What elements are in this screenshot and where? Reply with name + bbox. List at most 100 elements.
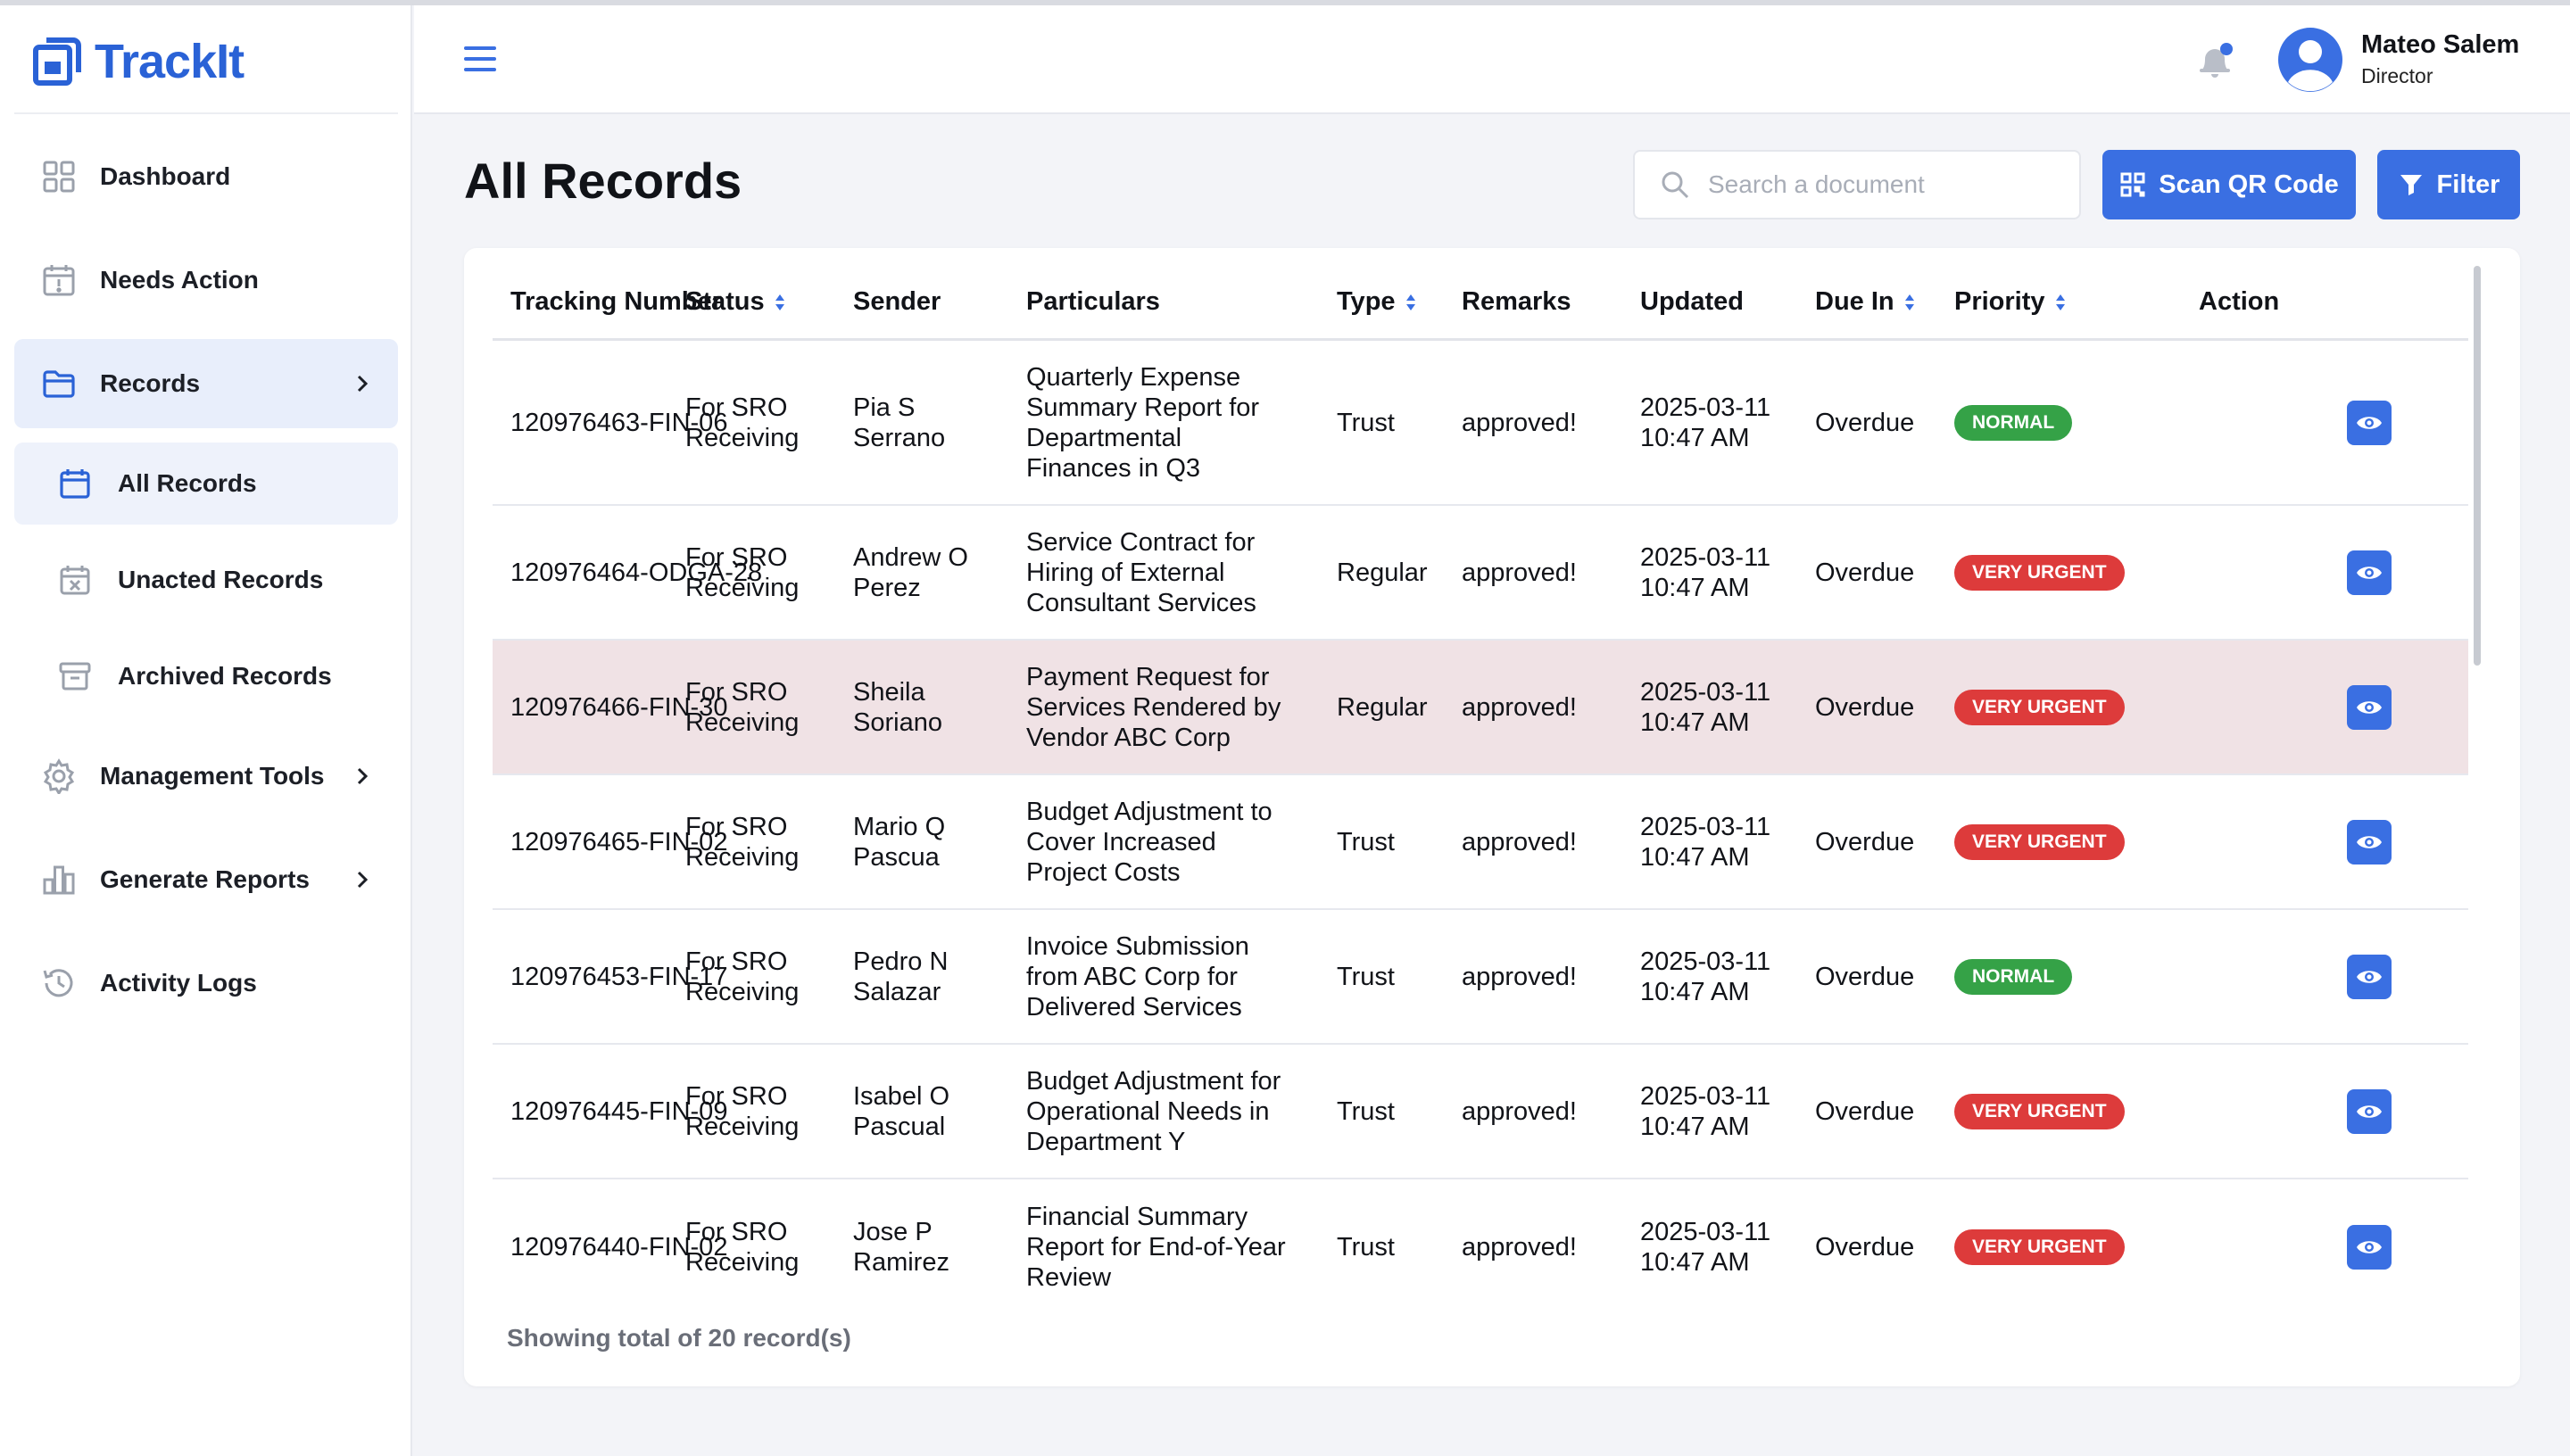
table-row[interactable]: 120976465-FIN-02 For SRO Receiving Mario…	[493, 775, 2468, 910]
sidebar-item-generate-reports[interactable]: Generate Reports	[14, 835, 398, 924]
priority-badge: VERY URGENT	[1954, 689, 2125, 725]
status: For SRO Receiving	[685, 677, 800, 737]
search-box[interactable]	[1633, 150, 2081, 219]
sort-icon	[775, 294, 784, 310]
column-header-due-in[interactable]: Due In	[1815, 287, 1916, 317]
sidebar-item-all-records[interactable]: All Records	[14, 443, 398, 525]
view-button[interactable]	[2347, 550, 2392, 595]
menu-icon[interactable]	[462, 41, 498, 77]
column-header-status[interactable]: Status	[685, 287, 786, 317]
remarks: approved!	[1462, 1096, 1577, 1126]
scrollbar[interactable]	[2474, 266, 2484, 1369]
column-header-type[interactable]: Type	[1337, 287, 1417, 317]
calendar-alert-icon	[39, 261, 79, 300]
sidebar-item-dashboard[interactable]: Dashboard	[14, 132, 398, 221]
view-button[interactable]	[2347, 819, 2392, 864]
priority-badge: VERY URGENT	[1954, 1228, 2125, 1265]
sidebar-item-label: Dashboard	[100, 162, 231, 190]
updated: 2025-03-11 10:47 AM	[1640, 1217, 1771, 1277]
due-in: Overdue	[1815, 1232, 1915, 1262]
view-button[interactable]	[2347, 954, 2392, 999]
status: For SRO Receiving	[685, 947, 800, 1006]
due-in: Overdue	[1815, 692, 1915, 722]
scan-qr-button[interactable]: Scan QR Code	[2102, 150, 2356, 219]
view-button[interactable]	[2347, 684, 2392, 730]
gear-icon	[39, 757, 79, 796]
eye-icon	[2357, 1104, 2382, 1118]
view-button[interactable]	[2347, 1224, 2392, 1270]
sort-icon	[1904, 294, 1914, 310]
sidebar-item-needs-action[interactable]: Needs Action	[14, 236, 398, 325]
type: Trust	[1337, 1096, 1395, 1126]
type: Trust	[1337, 1232, 1395, 1262]
view-button[interactable]	[2347, 400, 2392, 445]
sidebar-item-label: Unacted Records	[118, 566, 324, 593]
priority-badge: VERY URGENT	[1954, 554, 2125, 591]
table-row[interactable]: 120976445-FIN-09 For SRO Receiving Isabe…	[493, 1045, 2468, 1179]
sort-icon	[1405, 294, 1415, 310]
sidebar-item-archived-records[interactable]: Archived Records	[14, 635, 398, 717]
sidebar-item-unacted-records[interactable]: Unacted Records	[14, 539, 398, 621]
page-title: All Records	[464, 153, 742, 209]
grid-icon	[39, 157, 79, 196]
archive-icon	[57, 658, 93, 694]
search-input[interactable]	[1708, 170, 2047, 199]
brand[interactable]: TrackIt	[30, 34, 396, 89]
column-header-updated: Updated	[1640, 287, 1744, 316]
column-header-priority[interactable]: Priority	[1954, 287, 2067, 317]
table-row[interactable]: 120976440-FIN-02 For SRO Receiving Jose …	[493, 1179, 2468, 1314]
due-in: Overdue	[1815, 408, 1915, 437]
folder-icon	[39, 364, 79, 403]
notification-bell-icon[interactable]	[2190, 36, 2240, 86]
sidebar-item-records[interactable]: Records	[14, 339, 398, 428]
table-row[interactable]: 120976453-FIN-17 For SRO Receiving Pedro…	[493, 910, 2468, 1045]
scan-qr-label: Scan QR Code	[2159, 170, 2339, 199]
chevron-right-icon	[357, 375, 369, 393]
sidebar-item-label: All Records	[118, 469, 257, 497]
priority-badge: VERY URGENT	[1954, 1093, 2125, 1129]
due-in: Overdue	[1815, 827, 1915, 856]
avatar[interactable]	[2277, 27, 2343, 93]
eye-icon	[2357, 835, 2382, 848]
table-row[interactable]: 120976466-FIN-30 For SRO Receiving Sheil…	[493, 641, 2468, 775]
sidebar-item-label: Management Tools	[100, 762, 325, 790]
sidebar-item-label: Archived Records	[118, 662, 332, 690]
filter-button[interactable]: Filter	[2377, 150, 2520, 219]
particulars: Budget Adjustment for Operational Needs …	[1026, 1066, 1281, 1156]
particulars: Payment Request for Services Rendered by…	[1026, 662, 1281, 752]
sidebar-item-management-tools[interactable]: Management Tools	[14, 732, 398, 821]
type: Trust	[1337, 962, 1395, 991]
updated: 2025-03-11 10:47 AM	[1640, 542, 1771, 602]
column-header-sender: Sender	[853, 287, 941, 316]
updated: 2025-03-11 10:47 AM	[1640, 1081, 1771, 1141]
due-in: Overdue	[1815, 558, 1915, 587]
updated: 2025-03-11 10:47 AM	[1640, 947, 1771, 1006]
particulars: Invoice Submission from ABC Corp for Del…	[1026, 931, 1249, 1022]
chevron-right-icon	[357, 767, 369, 785]
records-table-card: Tracking Number Status Sender Particular…	[464, 248, 2520, 1386]
remarks: approved!	[1462, 1232, 1577, 1262]
sort-icon	[2055, 294, 2065, 310]
eye-icon	[2357, 970, 2382, 983]
type: Regular	[1337, 692, 1428, 722]
type: Regular	[1337, 558, 1428, 587]
app-logo-icon	[33, 37, 81, 86]
particulars: Budget Adjustment to Cover Increased Pro…	[1026, 797, 1273, 887]
updated: 2025-03-11 10:47 AM	[1640, 812, 1771, 872]
eye-icon	[2357, 566, 2382, 579]
qr-code-icon	[2120, 172, 2145, 197]
view-button[interactable]	[2347, 1088, 2392, 1134]
history-icon	[39, 964, 79, 1003]
sender: Sheila Soriano	[853, 677, 942, 737]
user-name: Mateo Salem	[2361, 30, 2520, 59]
table-row[interactable]: 120976463-FIN-06 For SRO Receiving Pia S…	[493, 341, 2468, 506]
table-header: Tracking Number Status Sender Particular…	[493, 248, 2468, 341]
scrollbar-thumb[interactable]	[2474, 266, 2481, 666]
sidebar-item-label: Records	[100, 369, 201, 397]
status: For SRO Receiving	[685, 812, 800, 872]
type: Trust	[1337, 827, 1395, 856]
sidebar-item-activity-logs[interactable]: Activity Logs	[14, 939, 398, 1028]
divider	[14, 112, 398, 114]
table-row[interactable]: 120976464-ODGA-28 For SRO Receiving Andr…	[493, 506, 2468, 641]
bar-chart-icon	[39, 860, 79, 899]
